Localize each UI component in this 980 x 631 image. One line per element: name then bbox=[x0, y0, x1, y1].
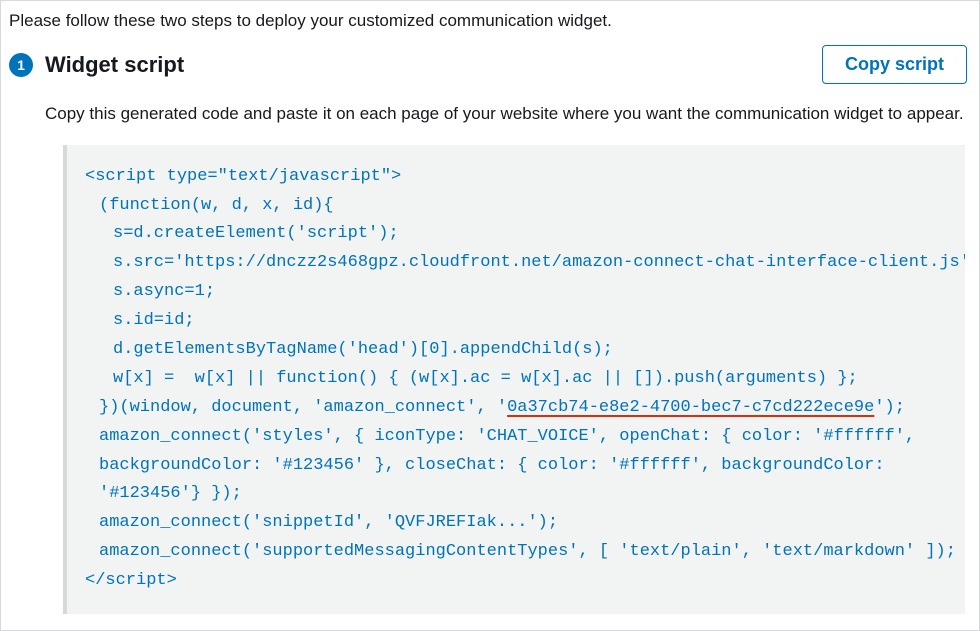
code-line: (function(w, d, x, id){ bbox=[85, 192, 951, 221]
code-line: amazon_connect('snippetId', 'QVFJREFIak.… bbox=[85, 509, 951, 538]
code-line: d.getElementsByTagName('head')[0].append… bbox=[85, 336, 951, 365]
section-header: 1 Widget script Copy script bbox=[1, 35, 979, 94]
code-text: '); bbox=[874, 398, 905, 417]
code-text: })(window, document, 'amazon_connect', ' bbox=[99, 398, 507, 417]
highlighted-uuid: 0a37cb74-e8e2-4700-bec7-c7cd222ece9e bbox=[507, 398, 874, 417]
step-number-badge: 1 bbox=[9, 53, 33, 77]
code-line: <script type="text/javascript"> bbox=[85, 163, 951, 192]
code-line: s.async=1; bbox=[85, 278, 951, 307]
code-line: s.id=id; bbox=[85, 307, 951, 336]
code-line: amazon_connect('supportedMessagingConten… bbox=[85, 538, 951, 567]
code-line: </script> bbox=[85, 567, 951, 596]
code-line: s.src='https://dnczz2s468gpz.cloudfront.… bbox=[85, 249, 951, 278]
intro-text: Please follow these two steps to deploy … bbox=[1, 1, 979, 35]
code-line: amazon_connect('styles', { iconType: 'CH… bbox=[85, 423, 951, 510]
code-block: <script type="text/javascript"> (functio… bbox=[63, 145, 965, 614]
header-left: 1 Widget script bbox=[9, 52, 184, 78]
section-title: Widget script bbox=[45, 52, 184, 78]
code-line: w[x] = w[x] || function() { (w[x].ac = w… bbox=[85, 365, 951, 394]
code-line: s=d.createElement('script'); bbox=[85, 220, 951, 249]
copy-script-button[interactable]: Copy script bbox=[822, 45, 967, 84]
code-line: })(window, document, 'amazon_connect', '… bbox=[85, 394, 951, 423]
section-description: Copy this generated code and paste it on… bbox=[1, 94, 979, 145]
